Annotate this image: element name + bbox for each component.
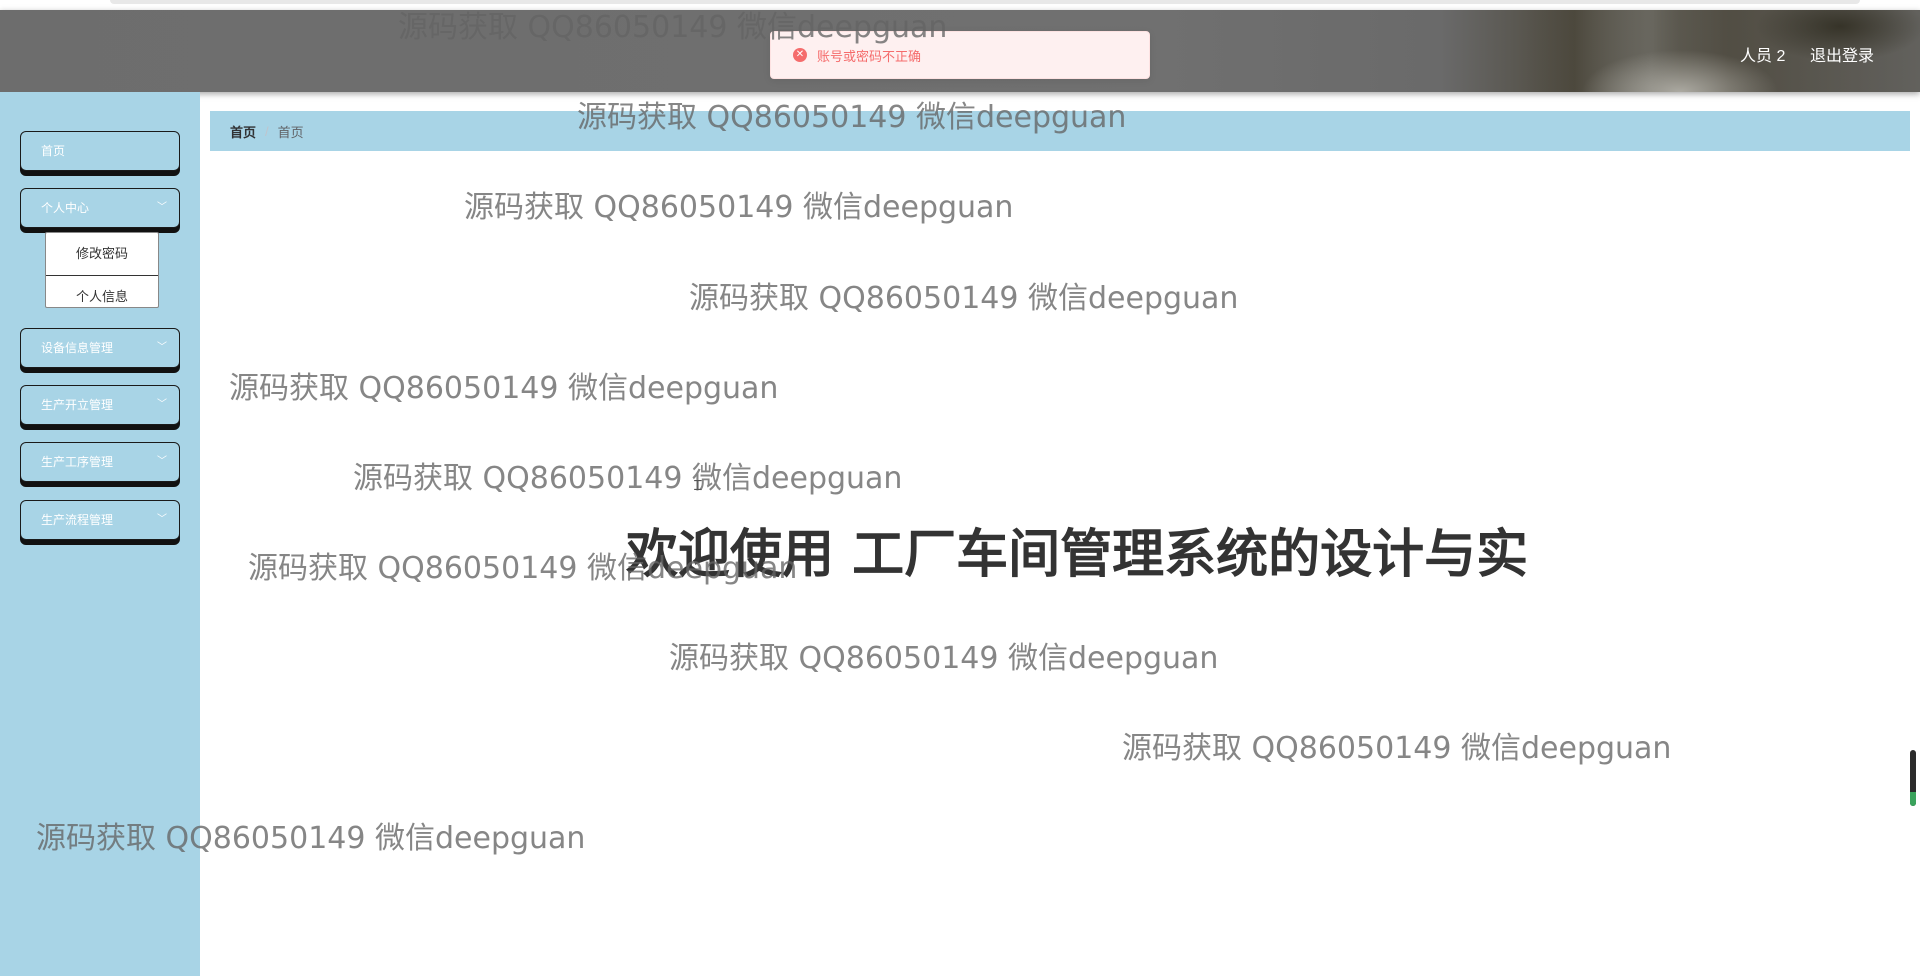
sidebar-item-production-flow[interactable]: 生产流程管理 ﹀ bbox=[20, 500, 180, 540]
sidebar-item-label: 设备信息管理 bbox=[41, 341, 114, 355]
watermark-text: 源码获取 QQ86050149 微信deepguan bbox=[353, 461, 903, 496]
logout-button[interactable]: 退出登录 bbox=[1810, 42, 1874, 66]
chevron-down-icon: ﹀ bbox=[157, 456, 167, 467]
top-strip-line bbox=[110, 0, 1860, 4]
welcome-title: 欢迎使用 工厂车间管理系统的设计与实 bbox=[626, 525, 1529, 585]
sidebar-item-equipment-info[interactable]: 设备信息管理 ﹀ bbox=[20, 328, 180, 368]
sidebar-item-label: 个人中心 bbox=[41, 201, 90, 215]
error-message-toast: ✕ 账号或密码不正确 bbox=[770, 31, 1150, 79]
chevron-down-icon: ﹀ bbox=[157, 399, 167, 410]
chevron-down-icon: ﹀ bbox=[157, 514, 167, 525]
sidebar-item-production-process[interactable]: 生产工序管理 ﹀ bbox=[20, 442, 180, 482]
submenu-item-change-password[interactable]: 修改密码 bbox=[46, 233, 158, 276]
breadcrumb-item-home[interactable]: 首页 bbox=[230, 122, 256, 141]
watermark-text: 源码获取 QQ86050149 微信deepguan bbox=[1122, 731, 1672, 766]
sidebar: 首页 个人中心 ﹀ 设备信息管理 ﹀ 生产开立管理 ﹀ 生产工序管理 ﹀ 生产流… bbox=[0, 92, 200, 976]
sidebar-item-production-open[interactable]: 生产开立管理 ﹀ bbox=[20, 385, 180, 425]
sidebar-item-home[interactable]: 首页 bbox=[20, 131, 180, 171]
personal-center-submenu: 修改密码 个人信息 bbox=[45, 232, 159, 308]
breadcrumb-separator: / bbox=[265, 123, 269, 139]
watermark-text: 源码获取 QQ86050149 微信deepguan bbox=[689, 281, 1239, 316]
breadcrumb: 首页 / 首页 bbox=[210, 111, 1910, 151]
chevron-down-icon: ﹀ bbox=[157, 342, 167, 353]
sidebar-item-label: 生产工序管理 bbox=[41, 455, 114, 469]
top-strip bbox=[0, 0, 1920, 10]
submenu-item-personal-info[interactable]: 个人信息 bbox=[46, 276, 158, 307]
watermark-text: 源码获取 QQ86050149 微信deepguan bbox=[229, 371, 779, 406]
watermark-text: 源码获取 QQ86050149 微信deepguan bbox=[669, 641, 1219, 676]
chevron-down-icon: ﹀ bbox=[157, 202, 167, 213]
sidebar-item-label: 生产流程管理 bbox=[41, 513, 114, 527]
breadcrumb-item-current: 首页 bbox=[277, 124, 304, 140]
scrollbar-indicator bbox=[1910, 792, 1916, 806]
sidebar-item-personal-center[interactable]: 个人中心 ﹀ bbox=[20, 188, 180, 228]
text-cursor-icon: Ɪ bbox=[694, 477, 702, 493]
toast-message: 账号或密码不正确 bbox=[817, 48, 922, 64]
sidebar-item-label: 首页 bbox=[41, 144, 66, 158]
error-circle-icon: ✕ bbox=[793, 48, 807, 62]
sidebar-item-label: 生产开立管理 bbox=[41, 398, 114, 412]
watermark-text: 源码获取 QQ86050149 微信deepguan bbox=[464, 190, 1014, 225]
page-scrollbar[interactable] bbox=[1910, 750, 1916, 806]
current-user-label: 人员 2 bbox=[1740, 48, 1786, 65]
